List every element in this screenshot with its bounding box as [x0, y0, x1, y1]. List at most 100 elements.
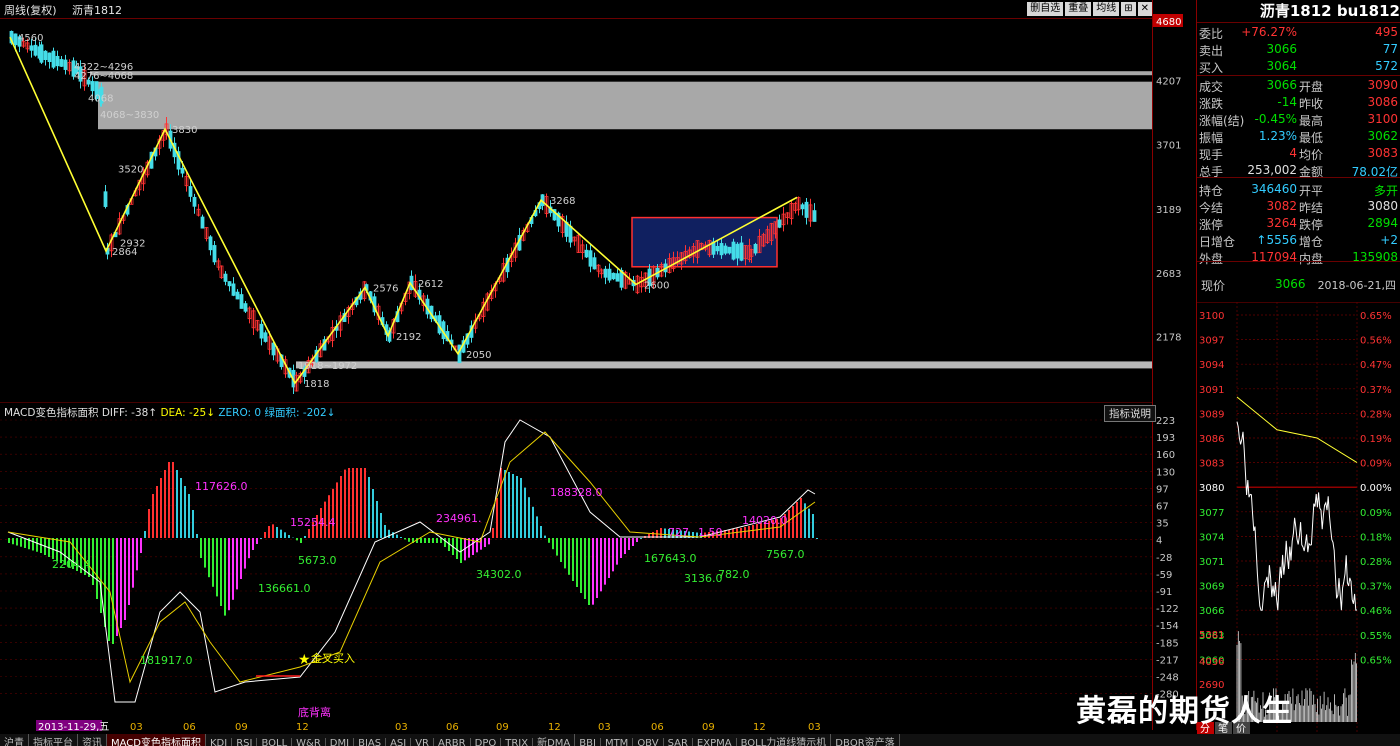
- tab-2[interactable]: 资讯: [78, 734, 107, 746]
- candle: [731, 241, 736, 260]
- macd-bar: [516, 476, 518, 538]
- macd-bar: [252, 538, 254, 550]
- macd-bar: [512, 474, 514, 538]
- candle: [263, 332, 268, 342]
- macd-bar: [624, 538, 626, 554]
- date-label: 06: [183, 722, 196, 731]
- macd-area-label: 5673.0: [298, 554, 337, 567]
- tab-8[interactable]: DMI: [326, 738, 355, 746]
- price-point-label: 4068: [88, 94, 113, 105]
- overlay-button[interactable]: 重叠: [1065, 2, 1092, 16]
- macd-diff: DIFF: -38↑: [101, 407, 158, 419]
- price-axis-label: 2178: [1156, 333, 1181, 344]
- quote-label: 卖出: [1199, 44, 1224, 58]
- tab-3[interactable]: MACD变色指标面积: [107, 734, 206, 746]
- macd-name[interactable]: MACD变色指标面积: [4, 407, 98, 419]
- indicator-help-button[interactable]: 指标说明: [1104, 405, 1156, 422]
- close-icon[interactable]: ✕: [1137, 2, 1152, 16]
- candle: [777, 219, 782, 228]
- tab-13[interactable]: DPO: [471, 738, 502, 746]
- macd-bar: [100, 538, 102, 613]
- macd-bar: [384, 525, 386, 538]
- quote-value: -14: [1277, 95, 1297, 109]
- macd-area-label: 14020.0: [742, 514, 788, 527]
- macd-chart[interactable]: 117626.0 15254.4 234961. 188328.0 727 1.50 140…: [0, 402, 1152, 720]
- tab-16[interactable]: BBI: [575, 738, 601, 746]
- quote-value: ↑5556: [1256, 233, 1297, 247]
- quote-value: 2894: [1367, 216, 1398, 230]
- candle: [727, 246, 732, 254]
- quote-value: 3062: [1367, 129, 1398, 143]
- quote-value: 572: [1375, 59, 1398, 73]
- tab-20[interactable]: EXPMA: [693, 738, 737, 746]
- candle: [223, 273, 228, 282]
- candle: [51, 50, 56, 68]
- intraday-pct-label: 0.18%: [1360, 532, 1392, 543]
- macd-bar: [336, 482, 338, 538]
- price-axis-label: 3189: [1156, 205, 1181, 216]
- date-axis: 2013-11-29,五 03 06 09 12 03 06 09 12 03 06 09 12 03: [36, 720, 821, 731]
- quote-label: 涨幅(结): [1199, 114, 1245, 128]
- quote-value: 3264: [1266, 216, 1297, 230]
- candle: [231, 283, 236, 296]
- macd-bar: [736, 528, 738, 538]
- tab-21[interactable]: BOLL力道线猜示机: [737, 734, 832, 746]
- intraday-chart[interactable]: 3100 0.65% 3097 0.56% 3094 0.47% 3091 0.37% 3089…: [1197, 302, 1400, 734]
- macd-bar: [232, 538, 234, 600]
- date-label: 03: [395, 722, 408, 731]
- tab-17[interactable]: MTM: [601, 738, 634, 746]
- macd-bar: [504, 470, 506, 538]
- candlestick-chart[interactable]: 45604322~42964276~406840684068~383038303…: [0, 18, 1152, 402]
- tab-0[interactable]: 沪青: [0, 734, 29, 746]
- remove-watchlist-button[interactable]: 删自选: [1027, 2, 1064, 16]
- indicator-tabs: 沪青 指标平台 资讯 MACD变色指标面积 KDJ RSI BOLL W&R DMI BIAS AS…: [0, 734, 1400, 746]
- macd-bar: [488, 538, 490, 545]
- date-label: 03: [598, 722, 611, 731]
- macd-area-label: 7567.0: [766, 548, 805, 561]
- candle: [212, 245, 217, 263]
- candle: [43, 50, 48, 61]
- period-label[interactable]: 周线(复权): [4, 2, 57, 18]
- tab-6[interactable]: BOLL: [257, 738, 293, 746]
- macd-axis-label: -59: [1156, 570, 1172, 581]
- quote-value: 3090: [1367, 78, 1398, 92]
- macd-bar: [288, 535, 290, 538]
- macd-bar: [360, 468, 362, 538]
- tab-10[interactable]: ASI: [386, 738, 412, 746]
- intraday-pct-label: 0.09%: [1360, 459, 1392, 470]
- quote-label: 振幅: [1199, 131, 1224, 145]
- macd-bar: [140, 538, 142, 553]
- macd-bar: [792, 506, 794, 538]
- now-price-row: 现价 3066 2018-06-21,四: [1197, 276, 1400, 293]
- tab-4[interactable]: KDJ: [206, 738, 233, 746]
- quote-label: 最低: [1299, 131, 1324, 145]
- candle: [739, 242, 744, 261]
- tab-9[interactable]: BIAS: [354, 738, 387, 746]
- quote-value: 1.23%: [1258, 129, 1297, 143]
- tab-22[interactable]: DBQR资产落: [831, 734, 900, 746]
- macd-bar: [220, 538, 222, 606]
- date-label: 06: [651, 722, 664, 731]
- candle: [200, 216, 205, 229]
- tab-12[interactable]: ARBR: [434, 738, 471, 746]
- maximize-icon[interactable]: ⊞: [1121, 2, 1136, 16]
- tab-18[interactable]: OBV: [633, 738, 664, 746]
- date-label: 03: [130, 722, 143, 731]
- macd-bar: [432, 538, 434, 543]
- tab-1[interactable]: 指标平台: [29, 734, 78, 746]
- macd-area-label: 167643.0: [644, 552, 697, 565]
- tab-14[interactable]: TRIX: [501, 738, 534, 746]
- macd-bar: [208, 538, 210, 578]
- macd-bar: [588, 538, 590, 605]
- tab-19[interactable]: SAR: [664, 738, 693, 746]
- candle: [611, 272, 616, 280]
- price-point-label: 2600: [644, 280, 669, 291]
- quote-value: 3066: [1266, 78, 1297, 92]
- tab-11[interactable]: VR: [411, 738, 435, 746]
- tab-5[interactable]: RSI: [232, 738, 258, 746]
- macd-bar: [152, 494, 154, 538]
- tab-7[interactable]: W&R: [292, 738, 326, 746]
- tab-15[interactable]: 新DMA: [533, 734, 576, 746]
- macd-bar: [788, 510, 790, 538]
- ma-button[interactable]: 均线: [1093, 2, 1120, 16]
